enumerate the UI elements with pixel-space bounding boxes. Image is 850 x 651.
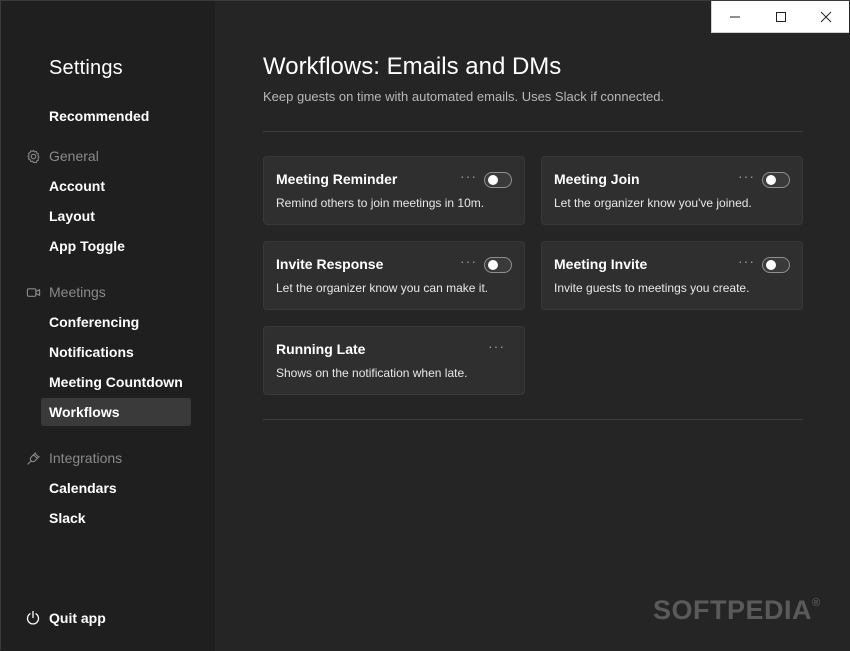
workflow-card-running-late: Running Late ··· Shows on the notificati… (263, 326, 525, 395)
quit-app-button[interactable]: Quit app (25, 610, 106, 626)
softpedia-watermark: SOFTPEDIA® (653, 595, 821, 626)
more-options-icon[interactable]: ··· (460, 169, 477, 183)
main-content: Workflows: Emails and DMs Keep guests on… (215, 1, 850, 651)
sidebar-item-notifications[interactable]: Notifications (41, 338, 191, 366)
card-description: Invite guests to meetings you create. (554, 281, 750, 295)
card-title: Running Late (276, 341, 366, 357)
plug-icon (25, 450, 41, 466)
card-description: Let the organizer know you've joined. (554, 196, 752, 210)
app-title: Settings (49, 57, 123, 79)
more-options-icon[interactable]: ··· (738, 254, 755, 268)
gear-icon (25, 148, 41, 164)
watermark-text: SOFTPEDIA (653, 595, 813, 625)
meeting-join-toggle[interactable] (762, 172, 790, 188)
sidebar-item-recommended[interactable]: Recommended (41, 102, 191, 130)
card-description: Remind others to join meetings in 10m. (276, 196, 485, 210)
sidebar-item-slack[interactable]: Slack (41, 504, 191, 532)
toggle-knob (766, 175, 776, 185)
sidebar-item-workflows[interactable]: Workflows (41, 398, 191, 426)
section-meetings: Meetings (25, 282, 106, 302)
window-controls (711, 1, 849, 33)
close-button[interactable] (803, 1, 849, 32)
divider-bottom (263, 419, 803, 420)
meeting-invite-toggle[interactable] (762, 257, 790, 273)
section-label: General (49, 148, 99, 164)
divider-top (263, 131, 803, 132)
sidebar-item-layout[interactable]: Layout (41, 202, 191, 230)
card-title: Meeting Reminder (276, 171, 398, 187)
page-title: Workflows: Emails and DMs (263, 53, 562, 80)
card-title: Meeting Invite (554, 256, 648, 272)
maximize-button[interactable] (758, 1, 804, 32)
more-options-icon[interactable]: ··· (738, 169, 755, 183)
card-description: Shows on the notification when late. (276, 366, 468, 380)
close-icon (820, 11, 832, 22)
sidebar-item-account[interactable]: Account (41, 172, 191, 200)
toggle-knob (488, 175, 498, 185)
sidebar-item-conferencing[interactable]: Conferencing (41, 308, 191, 336)
sidebar-item-calendars[interactable]: Calendars (41, 474, 191, 502)
toggle-knob (766, 260, 776, 270)
page-subtitle: Keep guests on time with automated email… (263, 89, 665, 104)
card-description: Let the organizer know you can make it. (276, 281, 489, 295)
invite-response-toggle[interactable] (484, 257, 512, 273)
workflow-card-meeting-invite: Meeting Invite ··· Invite guests to meet… (541, 241, 803, 310)
section-integrations: Integrations (25, 448, 122, 468)
video-icon (25, 284, 41, 300)
card-title: Invite Response (276, 256, 384, 272)
power-icon (25, 610, 41, 626)
sidebar: Settings Recommended General Account Lay… (1, 1, 215, 651)
more-options-icon[interactable]: ··· (488, 339, 505, 353)
meeting-reminder-toggle[interactable] (484, 172, 512, 188)
section-label: Meetings (49, 284, 106, 300)
sidebar-item-meeting-countdown[interactable]: Meeting Countdown (41, 368, 191, 396)
workflow-card-meeting-join: Meeting Join ··· Let the organizer know … (541, 156, 803, 225)
sidebar-item-app-toggle[interactable]: App Toggle (41, 232, 191, 260)
maximize-icon (775, 11, 786, 22)
section-label: Integrations (49, 450, 123, 466)
section-general: General (25, 146, 99, 166)
workflow-card-meeting-reminder: Meeting Reminder ··· Remind others to jo… (263, 156, 525, 225)
toggle-knob (488, 260, 498, 270)
minimize-icon (729, 16, 740, 17)
quit-label: Quit app (49, 610, 106, 626)
more-options-icon[interactable]: ··· (460, 254, 477, 268)
minimize-button[interactable] (712, 1, 758, 32)
card-title: Meeting Join (554, 171, 640, 187)
workflow-card-invite-response: Invite Response ··· Let the organizer kn… (263, 241, 525, 310)
watermark-mark: ® (812, 597, 821, 609)
app-window: Settings Recommended General Account Lay… (0, 0, 850, 651)
